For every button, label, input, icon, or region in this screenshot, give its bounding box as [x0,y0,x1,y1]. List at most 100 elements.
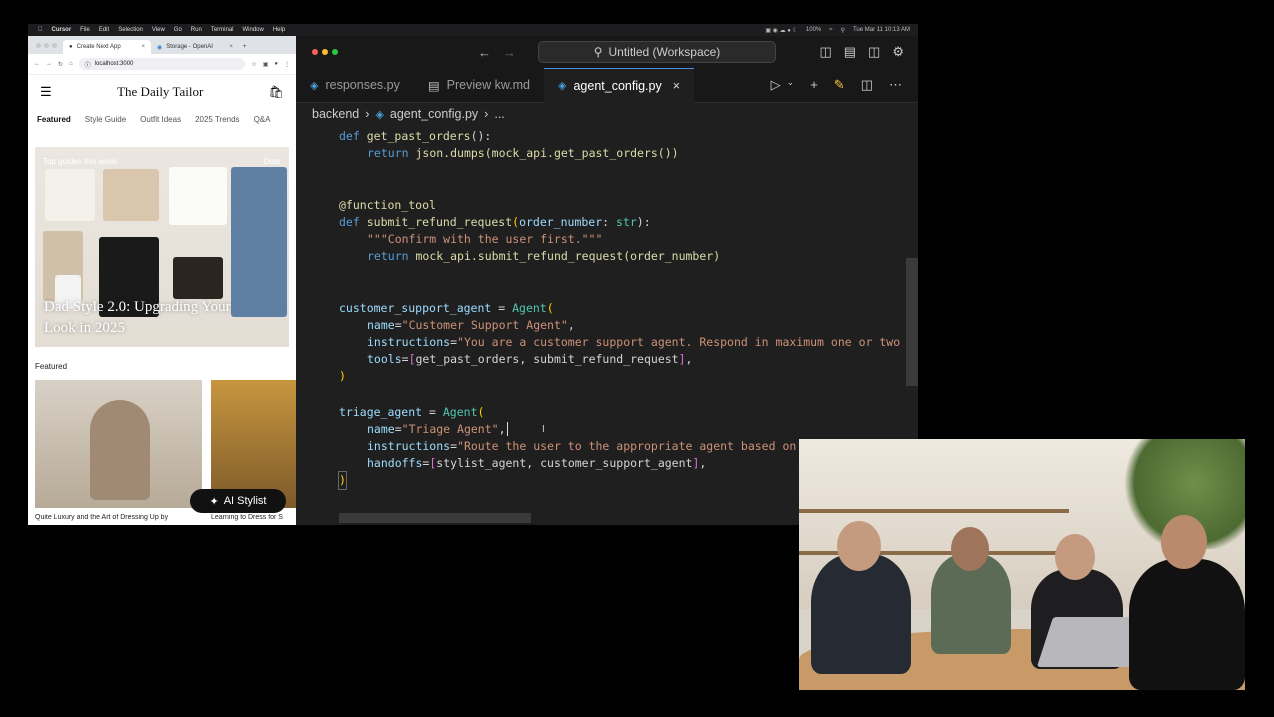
code-line: """Confirm with the user first.""" [367,232,603,246]
menubar-clock[interactable]: Tue Mar 11 10:13 AM [853,27,910,34]
search-icon[interactable]: ⚲ [841,27,845,34]
close-tab-icon[interactable]: × [673,79,680,93]
minimize-dot[interactable] [44,43,49,48]
status-icons[interactable]: ▣ ◉ ☁ ● ☾ [765,27,798,34]
back-icon[interactable]: ← [34,61,40,67]
settings-gear-icon[interactable]: ⚙ [892,44,904,60]
window-controls [28,43,63,54]
hamburger-menu-icon[interactable]: ☰ [40,84,52,100]
tab-agent-config-py[interactable]: ◈ agent_config.py × [544,67,695,103]
menu-run[interactable]: Run [191,27,202,33]
apple-icon[interactable]:  [38,27,43,33]
code-line: ) [338,471,347,490]
wifi-icon[interactable]: ≈ [829,27,832,34]
new-tab-icon[interactable]: + [239,44,251,54]
toggle-sidebar-icon[interactable]: ◫ [819,44,831,60]
hero-card[interactable]: Top guides this week Dots Dad Style 2.0:… [35,147,289,347]
run-icon[interactable]: ▷ [771,77,781,93]
more-actions-icon[interactable]: ⋯ [889,77,902,93]
tab-label: Preview kw.md [446,78,530,92]
code-line: ) [339,369,346,383]
add-icon[interactable]: + [810,77,818,93]
browser-tab-label: Storage - OpenAI [166,44,213,50]
featured-card-2-caption[interactable]: Learning to Dress for S [211,514,296,521]
menu-terminal[interactable]: Terminal [211,27,234,33]
tab-label: responses.py [325,78,400,92]
hero-kicker: Top guides this week [43,157,118,166]
featured-card-1-image[interactable] [35,380,202,508]
menu-view[interactable]: View [152,27,165,33]
featured-card-1-caption[interactable]: Quite Luxury and the Art of Dressing Up … [35,514,205,521]
nav-outfit-ideas[interactable]: Outfit Ideas [140,115,181,124]
browser-tab-strip: ● Create Next App × ◉ Storage - OpenAI ×… [28,36,296,54]
browser-tab-next-app[interactable]: ● Create Next App × [63,40,151,54]
code-line: return mock_api.submit_refund_request(or… [367,249,721,263]
split-editor-icon[interactable]: ◫ [861,77,873,93]
chevron-right-icon: › [484,107,489,121]
code-line: tools=[get_past_orders, submit_refund_re… [367,352,693,366]
nav-style-guide[interactable]: Style Guide [85,115,126,124]
zoom-dot[interactable] [52,43,57,48]
code-line: instructions="Route the user to the appr… [367,439,797,453]
close-dot[interactable] [36,43,41,48]
openai-favicon-icon: ◉ [157,44,163,51]
vertical-scrollbar[interactable] [906,258,918,386]
editor-titlebar: ← → ⚲ Untitled (Workspace) ◫ ▤ ◫ ⚙ [296,36,918,68]
macos-menubar:  Cursor File Edit Selection View Go Run… [28,24,918,36]
toggle-panel-icon[interactable]: ▤ [844,44,856,60]
hero-image-denim-jacket [231,167,287,317]
back-arrow-icon[interactable]: ← [478,45,491,60]
address-bar[interactable]: ⓘ localhost:3000 [78,58,246,70]
profile-avatar-icon[interactable]: ● [274,61,278,67]
browser-tab-storage[interactable]: ◉ Storage - OpenAI × [151,40,239,54]
menu-selection[interactable]: Selection [118,27,143,33]
home-icon[interactable]: ⌂ [69,61,73,67]
toggle-secondary-sidebar-icon[interactable]: ◫ [868,44,880,60]
menu-help[interactable]: Help [273,27,285,33]
zoom-dot[interactable] [332,49,338,55]
site-favicon-icon: ● [69,44,73,50]
person-1-head [837,521,881,571]
nav-qa[interactable]: Q&A [254,115,271,124]
tab-preview-kw-md[interactable]: ▤ Preview kw.md [414,68,544,102]
hero-title[interactable]: Dad Style 2.0: Upgrading Your Look in 20… [44,297,244,339]
code-line: name="Customer Support Agent", [367,318,575,332]
command-center-search[interactable]: ⚲ Untitled (Workspace) [538,41,776,63]
extensions-icon[interactable]: ▣ [263,61,269,68]
breadcrumb-file[interactable]: agent_config.py [390,107,478,121]
menu-file[interactable]: File [80,27,90,33]
close-icon[interactable]: × [229,44,233,50]
hero-image-shirt [169,167,227,225]
horizontal-scrollbar[interactable] [339,513,531,523]
code-line: return json.dumps(mock_api.get_past_orde… [367,146,679,160]
shopping-bag-icon[interactable]: 🛍 [269,85,284,99]
breadcrumb-folder[interactable]: backend [312,107,359,121]
reload-icon[interactable]: ↻ [58,61,63,68]
hero-image-sweater-2 [103,169,159,221]
menu-window[interactable]: Window [243,27,264,33]
forward-icon[interactable]: → [46,61,52,67]
site-nav: Featured Style Guide Outfit Ideas 2025 T… [28,109,296,129]
nav-featured[interactable]: Featured [37,115,71,124]
nav-2025-trends[interactable]: 2025 Trends [195,115,239,124]
hero-image-loafers [173,257,223,299]
minimize-dot[interactable] [322,49,328,55]
site-title[interactable]: The Daily Tailor [117,84,203,100]
close-icon[interactable]: × [141,44,145,50]
tab-responses-py[interactable]: ◈ responses.py [296,68,414,102]
forward-arrow-icon[interactable]: → [503,45,516,60]
menu-go[interactable]: Go [174,27,182,33]
editor-actions: ▷ ⌄ + ✎ ◫ ⋯ [771,77,918,93]
python-file-icon: ◈ [558,80,567,92]
star-icon[interactable]: ☆ [251,61,256,68]
run-dropdown-chevron-icon[interactable]: ⌄ [787,77,795,93]
close-dot[interactable] [312,49,318,55]
menu-dots-icon[interactable]: ⋮ [284,61,290,68]
code-line: def get_past_orders(): [339,129,492,143]
hero-dots-label[interactable]: Dots [264,157,280,166]
menu-edit[interactable]: Edit [99,27,109,33]
menu-app-name[interactable]: Cursor [52,27,72,33]
ai-stylist-button[interactable]: ✦ AI Stylist [190,489,286,513]
highlighter-icon[interactable]: ✎ [834,77,845,93]
breadcrumb-more[interactable]: ... [494,107,504,121]
